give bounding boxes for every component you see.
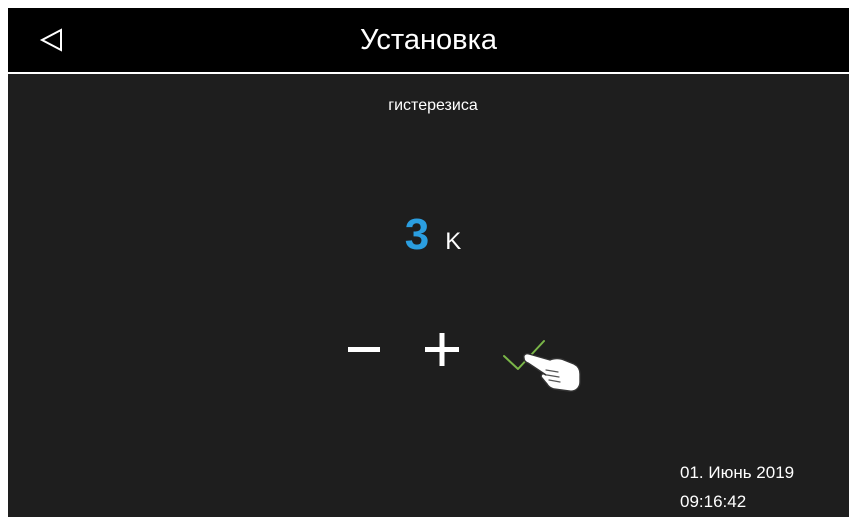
increase-button[interactable] (420, 330, 464, 374)
setting-screen: Установка гистерезиса 3K 01. Июнь 2019 0… (8, 8, 849, 517)
parameter-label: гистерезиса (388, 97, 478, 114)
hand-pointer-icon (520, 348, 588, 396)
time-display: 09:16:42 (680, 492, 747, 511)
header-divider (8, 72, 849, 74)
setting-unit: K (445, 228, 462, 255)
plus-icon (425, 333, 459, 366)
minus-icon (348, 347, 380, 352)
header-bar: Установка (8, 8, 849, 72)
setting-value: 3 (404, 210, 430, 259)
date-display: 01. Июнь 2019 (680, 463, 795, 482)
value-display: 3K (8, 210, 849, 266)
page-title: Установка (359, 24, 498, 56)
decrease-button[interactable] (344, 330, 384, 370)
